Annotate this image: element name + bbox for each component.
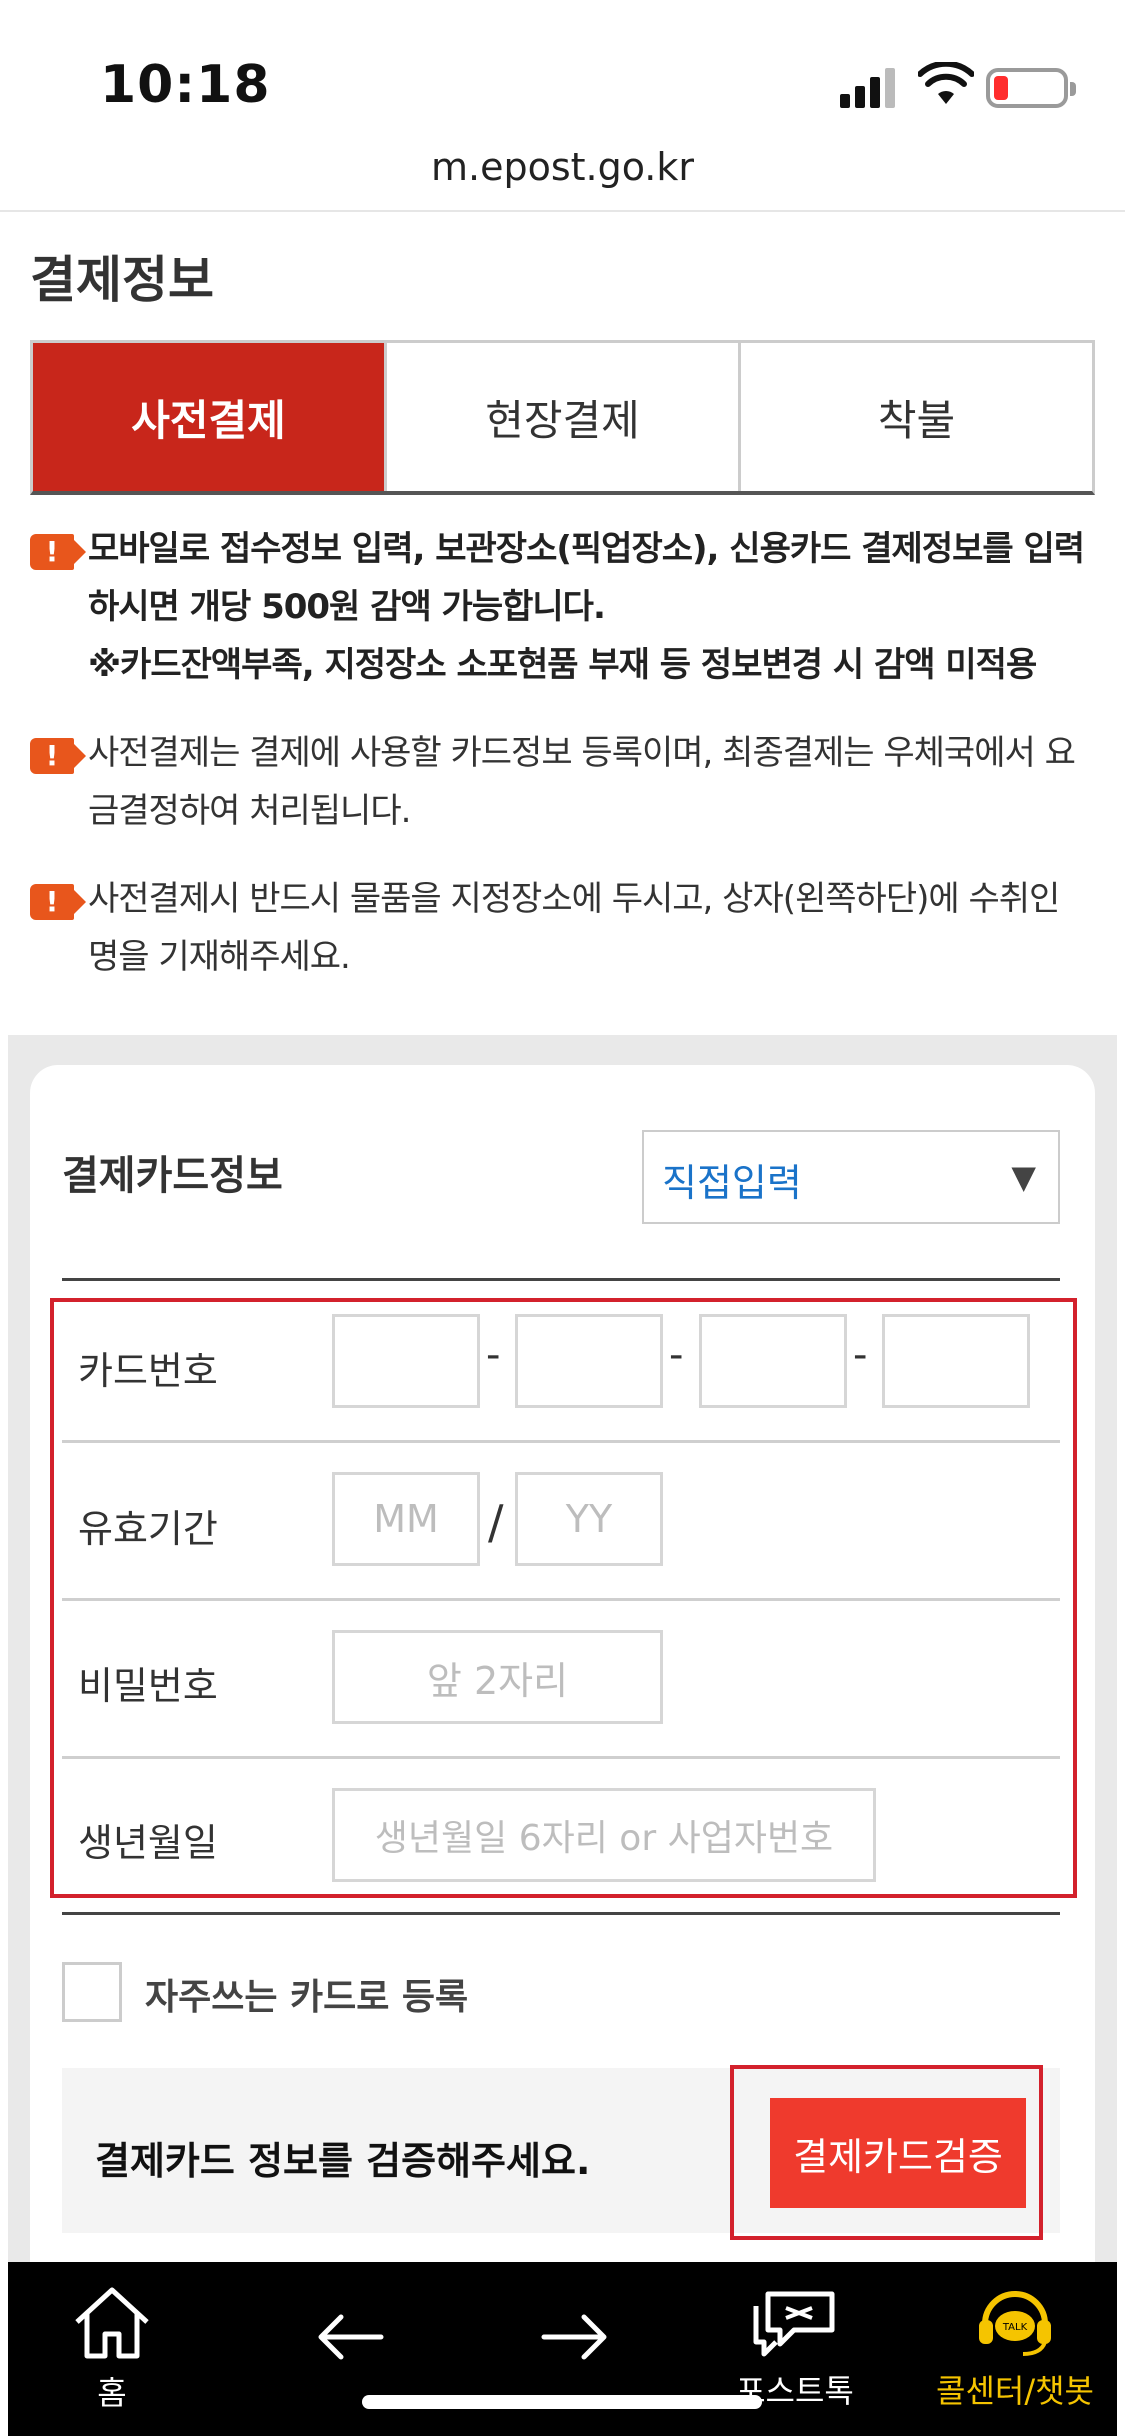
nav-posttalk[interactable]: 포스트톡 [715,2262,875,2436]
payment-tabs: 사전결제 현장결제 착불 [30,340,1095,495]
divider [62,1278,1060,1281]
status-time: 10:18 [100,55,271,115]
headset-talk-icon: TALK [979,2291,1051,2356]
alert-icon: ! [30,884,86,920]
input-method-value: 직접입력 [662,1161,802,1205]
nav-forward[interactable] [525,2262,625,2436]
divider [0,210,1125,212]
tab-cod[interactable]: 착불 [741,343,1092,491]
save-card-label[interactable]: 자주쓰는 카드로 등록 [145,1968,468,2020]
wifi-icon [918,62,974,104]
arrow-right-icon [541,2314,607,2360]
notice-item: ! 사전결제시 반드시 물품을 지정장소에 두시고, 상자(왼쪽하단)에 수취인… [30,870,1095,986]
svg-text:TALK: TALK [1002,2322,1028,2333]
notice-text: 모바일로 접수정보 입력, 보관장소(픽업장소), 신용카드 결제정보를 입력 … [88,520,1085,694]
notice-text: 사전결제는 결제에 사용할 카드정보 등록이며, 최종결제는 우체국에서 요 금… [88,724,1076,840]
notice-line: 명을 기재해주세요. [88,937,351,977]
nav-home[interactable]: 홈 [62,2262,162,2436]
nav-home-label: 홈 [97,2374,127,2412]
card-info-title: 결제카드정보 [62,1153,283,1199]
address-bar-url[interactable]: m.epost.go.kr [0,145,1125,189]
caret-down-icon: ▼ [1011,1158,1036,1196]
notice-list: ! 모바일로 접수정보 입력, 보관장소(픽업장소), 신용카드 결제정보를 입… [30,520,1095,1016]
notice-line: 금결정하여 처리됩니다. [88,791,411,831]
notice-line: 사전결제시 반드시 물품을 지정장소에 두시고, 상자(왼쪽하단)에 수취인 [88,879,1060,919]
page-title: 결제정보 [30,251,214,309]
notice-line: 하시면 개당 500원 감액 가능합니다. [88,587,606,627]
chat-bubble-icon [753,2291,835,2357]
home-icon [75,2287,149,2359]
card-fields-highlight [50,1298,1077,1898]
arrow-left-icon [318,2314,384,2360]
nav-back[interactable] [300,2262,400,2436]
nav-callcenter[interactable]: TALK 콜센터/챗봇 [920,2262,1110,2436]
nav-callcenter-label: 콜센터/챗봇 [936,2372,1094,2410]
divider [62,1912,1060,1915]
notice-text: 사전결제시 반드시 물품을 지정장소에 두시고, 상자(왼쪽하단)에 수취인 명… [88,870,1060,986]
status-bar: 10:18 [0,0,1125,140]
home-indicator [362,2395,762,2409]
save-card-checkbox[interactable] [62,1962,122,2022]
alert-icon: ! [30,738,86,774]
notice-item: ! 사전결제는 결제에 사용할 카드정보 등록이며, 최종결제는 우체국에서 요… [30,724,1095,840]
input-method-select[interactable]: 직접입력 ▼ [642,1130,1060,1224]
alert-icon: ! [30,534,86,570]
notice-line: ※카드잔액부족, 지정장소 소포현품 부재 등 정보변경 시 감액 미적용 [88,645,1037,685]
tab-onsite-pay[interactable]: 현장결제 [387,343,741,491]
cellular-signal-icon [840,68,900,108]
battery-icon [986,68,1076,108]
verify-card-button[interactable]: 결제카드검증 [770,2098,1026,2208]
notice-line: 모바일로 접수정보 입력, 보관장소(픽업장소), 신용카드 결제정보를 입력 [88,529,1085,569]
verify-message: 결제카드 정보를 검증해주세요. [95,2139,591,2183]
notice-item: ! 모바일로 접수정보 입력, 보관장소(픽업장소), 신용카드 결제정보를 입… [30,520,1095,694]
notice-line: 사전결제는 결제에 사용할 카드정보 등록이며, 최종결제는 우체국에서 요 [88,733,1076,773]
tab-prepay[interactable]: 사전결제 [33,343,387,491]
